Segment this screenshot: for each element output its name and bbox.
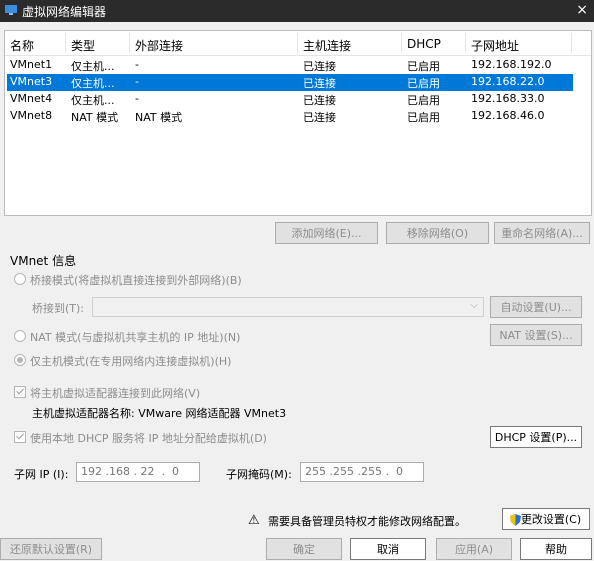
window-title: 虚拟网络编辑器 <box>22 5 107 19</box>
warning-icon: ⚠ <box>248 513 260 528</box>
bridged-to-label: 桥接到(T): <box>32 302 85 315</box>
vmnet-info-heading: VMnet 信息 <box>10 254 77 268</box>
rename-network-button[interactable]: 重命名网络(A)... <box>494 222 590 244</box>
app-network-icon <box>5 5 17 15</box>
column-header-dhcp[interactable]: DHCP <box>407 37 441 51</box>
cell-type: 仅主机... <box>71 94 115 107</box>
cell-host: 已连接 <box>303 111 336 124</box>
cell-dhcp: 已启用 <box>407 94 440 107</box>
cell-name: VMnet1 <box>10 58 53 71</box>
cell-name: VMnet8 <box>10 109 53 122</box>
subnet-ip-input[interactable]: 192 .168 . 22 . 0 <box>76 462 200 482</box>
apply-button[interactable]: 应用(A) <box>436 538 512 560</box>
cell-name: VMnet3 <box>10 75 53 88</box>
bridged-mode-label: 桥接模式(将虚拟机直接连接到外部网络)(B) <box>30 274 242 287</box>
uac-shield-icon <box>510 514 521 526</box>
table-row[interactable]: VMnet3 仅主机... - 已连接 已启用 192.168.22.0 <box>7 74 573 91</box>
cell-external: - <box>135 92 139 105</box>
cell-subnet: 192.168.192.0 <box>471 58 552 71</box>
cancel-button[interactable]: 取消 <box>350 538 426 560</box>
change-settings-button[interactable]: 更改设置(C) <box>502 508 590 530</box>
column-header-subnet[interactable]: 子网地址 <box>471 37 519 54</box>
remove-network-button[interactable]: 移除网络(O) <box>386 222 489 244</box>
cell-type: NAT 模式 <box>71 111 119 124</box>
nat-mode-label: NAT 模式(与虚拟机共享主机的 IP 地址)(N) <box>30 331 241 344</box>
cell-subnet: 192.168.46.0 <box>471 109 545 122</box>
bridged-mode-radio[interactable] <box>14 273 26 285</box>
cell-type: 仅主机... <box>71 77 115 90</box>
column-header-name[interactable]: 名称 <box>10 37 34 54</box>
cell-dhcp: 已启用 <box>407 111 440 124</box>
cell-external: - <box>135 58 139 71</box>
subnet-ip-label: 子网 IP (I): <box>14 468 69 481</box>
host-only-label: 仅主机模式(在专用网络内连接虚拟机)(H) <box>30 355 232 368</box>
column-header-host[interactable]: 主机连接 <box>303 37 351 54</box>
ok-button[interactable]: 确定 <box>266 538 342 560</box>
table-row[interactable]: VMnet4 仅主机... - 已连接 已启用 192.168.33.0 <box>7 91 573 108</box>
cell-host: 已连接 <box>303 77 336 90</box>
subnet-mask-label: 子网掩码(M): <box>226 468 292 481</box>
table-header: 名称 类型 外部连接 主机连接 DHCP 子网地址 <box>5 31 591 56</box>
bridged-to-select[interactable]: ⌵ <box>92 297 484 317</box>
adapter-name-text: 主机虚拟适配器名称: VMware 网络适配器 VMnet3 <box>32 407 287 420</box>
subnet-mask-input[interactable]: 255 .255 .255 . 0 <box>300 462 424 482</box>
table-row[interactable]: VMnet8 NAT 模式 NAT 模式 已连接 已启用 192.168.46.… <box>7 108 573 125</box>
cell-external: NAT 模式 <box>135 111 183 124</box>
add-network-button[interactable]: 添加网络(E)... <box>275 222 378 244</box>
cell-subnet: 192.168.22.0 <box>471 75 545 88</box>
auto-settings-button[interactable]: 自动设置(U)... <box>490 296 582 318</box>
use-dhcp-checkbox[interactable] <box>14 431 26 443</box>
dhcp-settings-button[interactable]: DHCP 设置(P)... <box>490 426 582 448</box>
help-button[interactable]: 帮助 <box>520 538 592 560</box>
host-only-radio[interactable] <box>14 354 26 366</box>
cell-external: - <box>135 75 139 88</box>
nat-settings-button[interactable]: NAT 设置(S)... <box>490 324 582 346</box>
column-header-external[interactable]: 外部连接 <box>135 37 183 54</box>
admin-warning-text: 需要具备管理员特权才能修改网络配置。 <box>268 515 466 528</box>
close-icon[interactable]: × <box>576 2 588 18</box>
table-row[interactable]: VMnet1 仅主机... - 已连接 已启用 192.168.192.0 <box>7 57 573 74</box>
cell-name: VMnet4 <box>10 92 53 105</box>
use-dhcp-label: 使用本地 DHCP 服务将 IP 地址分配给虚拟机(D) <box>30 432 267 445</box>
restore-defaults-button[interactable]: 还原默认设置(R) <box>0 538 102 560</box>
connect-adapter-label: 将主机虚拟适配器连接到此网络(V) <box>30 387 201 400</box>
cell-host: 已连接 <box>303 60 336 73</box>
connect-adapter-checkbox[interactable] <box>14 386 26 398</box>
cell-dhcp: 已启用 <box>407 77 440 90</box>
nat-mode-radio[interactable] <box>14 330 26 342</box>
title-bar: 虚拟网络编辑器 × <box>0 0 594 22</box>
cell-subnet: 192.168.33.0 <box>471 92 545 105</box>
cell-type: 仅主机... <box>71 60 115 73</box>
network-table: 名称 类型 外部连接 主机连接 DHCP 子网地址 VMnet1 仅主机... … <box>4 30 592 216</box>
chevron-down-icon: ⌵ <box>470 300 478 311</box>
cell-dhcp: 已启用 <box>407 60 440 73</box>
column-header-type[interactable]: 类型 <box>71 37 95 54</box>
cell-host: 已连接 <box>303 94 336 107</box>
change-settings-label: 更改设置(C) <box>520 513 582 526</box>
